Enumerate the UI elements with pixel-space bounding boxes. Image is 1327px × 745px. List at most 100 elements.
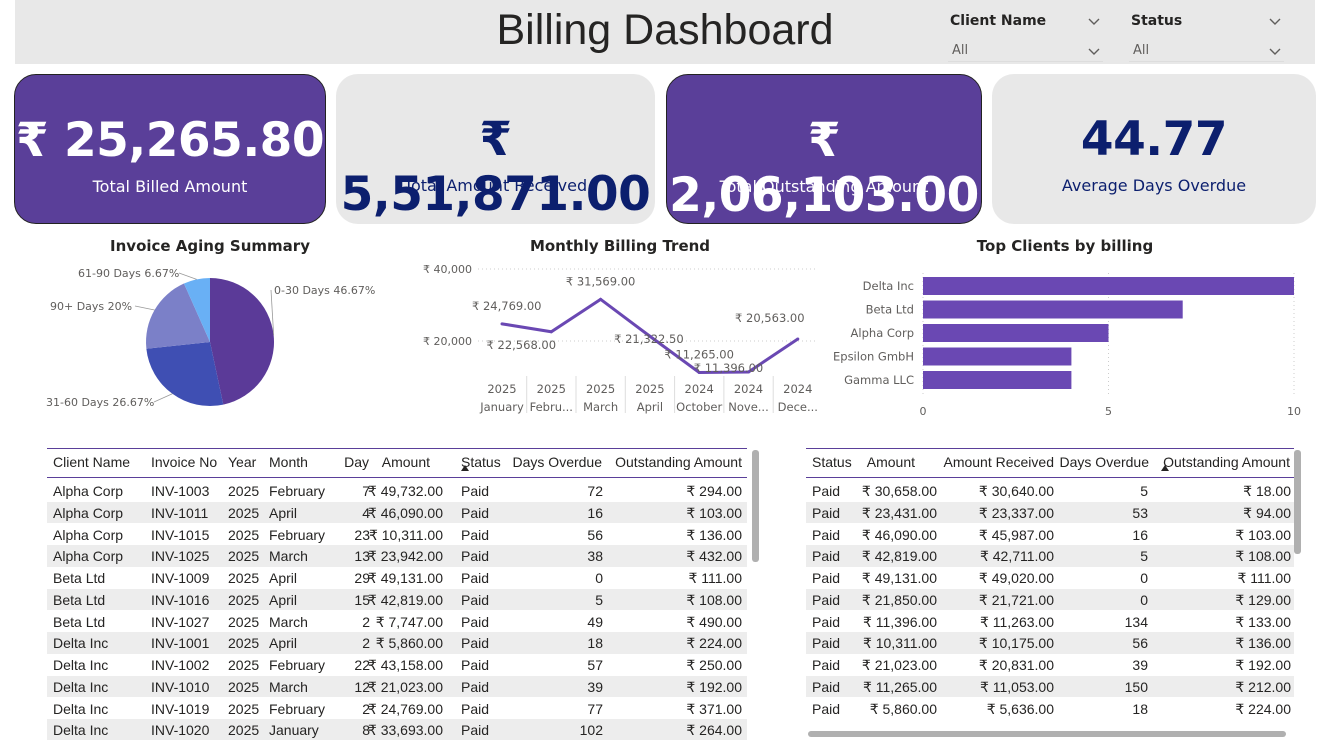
table-row[interactable]: Paid ₹ 10,311.00 ₹ 10,175.00 56 ₹ 136.00: [806, 632, 1294, 654]
table-row[interactable]: Paid ₹ 5,860.00 ₹ 5,636.00 18 ₹ 224.00: [806, 698, 1294, 720]
table-cell: Paid: [461, 635, 490, 652]
table-row[interactable]: Delta Inc INV-1010 2025 March 12 ₹ 21,023.00 P…: [47, 675, 747, 698]
column-header[interactable]: Status: [812, 454, 852, 470]
table-row[interactable]: Paid ₹ 46,090.00 ₹ 45,987.00 16 ₹ 103.00: [806, 524, 1294, 546]
x-tick-label: 10: [1287, 405, 1301, 418]
category-label: Delta Inc: [863, 279, 914, 293]
chevron-down-icon[interactable]: [1087, 44, 1101, 58]
table-row[interactable]: Paid ₹ 23,431.00 ₹ 23,337.00 53 ₹ 94.00: [806, 501, 1294, 524]
slicer-status[interactable]: Status All: [1129, 8, 1284, 62]
table-cell: April: [269, 591, 298, 608]
column-header[interactable]: Invoice No: [151, 454, 217, 470]
x-month-label: Nove...: [728, 400, 769, 414]
pie-leader-line: [178, 272, 197, 280]
column-header[interactable]: Amount: [867, 454, 915, 470]
table-cell: Beta Ltd: [53, 570, 106, 586]
table-row[interactable]: Alpha Corp INV-1015 2025 February 23 ₹ 10,311…: [47, 524, 747, 546]
table-row[interactable]: Paid ₹ 11,396.00 ₹ 11,263.00 134 ₹ 133.00: [806, 611, 1294, 633]
table-row[interactable]: Beta Ltd INV-1027 2025 March 2 ₹ 7,747.00 Paid…: [47, 611, 747, 633]
invoice-table[interactable]: Client Name Invoice No Year Month Day Amount S…: [47, 448, 747, 740]
table-cell: ₹ 11,396.00: [862, 613, 937, 630]
table-row[interactable]: Paid ₹ 49,131.00 ₹ 49,020.00 0 ₹ 111.00: [806, 567, 1294, 589]
category-label: Epsilon GmbH: [833, 350, 914, 364]
table-row[interactable]: Beta Ltd INV-1009 2025 April 29 ₹ 49,131.00 Pa…: [47, 567, 747, 589]
table-cell: ₹ 136.00: [1235, 635, 1291, 652]
table-cell: ₹ 136.00: [686, 526, 742, 543]
client-bar: [923, 277, 1294, 295]
column-header[interactable]: Month: [269, 454, 308, 470]
table-cell: ₹ 294.00: [686, 483, 742, 499]
table-cell: INV-1003: [151, 483, 210, 499]
table-cell: 77: [587, 700, 603, 717]
invoice-table-scrollbar[interactable]: [752, 450, 759, 562]
chevron-down-icon[interactable]: [1268, 44, 1282, 58]
table-cell: 16: [1132, 526, 1148, 543]
column-header[interactable]: Days Overdue: [1060, 454, 1149, 470]
table-row[interactable]: Paid ₹ 11,265.00 ₹ 11,053.00 150 ₹ 212.00: [806, 675, 1294, 698]
table-cell: 2025: [228, 635, 260, 652]
table-cell: ₹ 108.00: [1235, 548, 1291, 565]
slicer-status-label: Status: [1131, 13, 1183, 29]
status-table-hscrollbar[interactable]: [808, 731, 1286, 737]
x-year-label: 2025: [586, 382, 615, 396]
chevron-down-icon[interactable]: [1268, 14, 1282, 28]
table-row[interactable]: Delta Inc INV-1001 2025 April 2 ₹ 5,860.00 Pai…: [47, 632, 747, 654]
table-cell: ₹ 111.00: [688, 570, 742, 586]
table-cell: ₹ 49,020.00: [978, 570, 1054, 586]
table-cell: 18: [1132, 700, 1148, 717]
table-row[interactable]: Delta Inc INV-1019 2025 February 2 ₹ 24,769.0…: [47, 698, 747, 720]
column-header[interactable]: Days Overdue: [513, 454, 602, 470]
column-header[interactable]: Outstanding Amount: [1163, 454, 1290, 470]
table-cell: ₹ 46,090.00: [861, 526, 937, 543]
table-cell: ₹ 103.00: [686, 504, 742, 521]
x-tick-label: 0: [920, 405, 927, 418]
billing-trend-line-chart[interactable]: ₹ 40,000 ₹ 20,000 ₹ 24,769.00 ₹ 22,568.00 ₹ …: [410, 258, 825, 423]
category-label: Gamma LLC: [844, 373, 914, 387]
table-cell: ₹ 46,090.00: [367, 504, 443, 521]
table-cell: 2025: [228, 722, 260, 739]
status-table[interactable]: Status Amount Amount Received Days Overdue O…: [806, 448, 1294, 732]
kpi-caption: Total Billed Amount: [92, 177, 248, 196]
chevron-down-icon[interactable]: [1087, 14, 1101, 28]
table-cell: Delta Inc: [53, 678, 109, 695]
table-row[interactable]: Paid ₹ 42,819.00 ₹ 42,711.00 5 ₹ 108.00: [806, 545, 1294, 567]
table-cell: 16: [587, 504, 603, 521]
status-table-scrollbar[interactable]: [1294, 450, 1301, 554]
top-clients-bar-chart[interactable]: 0 5 10 Delta Inc Beta Ltd Alpha Corp Epsilon G…: [830, 268, 1310, 423]
sort-ascending-icon[interactable]: [461, 465, 469, 471]
table-cell: 56: [587, 526, 603, 543]
x-year-label: 2024: [783, 382, 812, 396]
column-header[interactable]: Outstanding Amount: [615, 454, 742, 470]
table-cell: ₹ 11,053.00: [979, 678, 1054, 695]
column-header[interactable]: Year: [228, 454, 256, 470]
table-row[interactable]: Delta Inc INV-1002 2025 February 22 ₹ 43,158.…: [47, 654, 747, 676]
table-cell: ₹ 10,311.00: [368, 526, 443, 543]
status-dropdown[interactable]: All: [1129, 40, 1284, 62]
table-cell: 72: [587, 483, 603, 499]
table-cell: INV-1010: [151, 678, 210, 695]
column-header[interactable]: Amount Received: [943, 454, 1054, 470]
aging-pie-chart[interactable]: 0-30 Days 46.67% 31-60 Days 26.67% 90+ Day…: [20, 258, 400, 423]
column-header[interactable]: Amount: [382, 454, 430, 470]
column-header[interactable]: Client Name: [53, 454, 130, 470]
sort-ascending-icon[interactable]: [1161, 465, 1169, 471]
table-row[interactable]: Beta Ltd INV-1016 2025 April 15 ₹ 42,819.00 Pa…: [47, 588, 747, 611]
table-row[interactable]: Alpha Corp INV-1011 2025 April 4 ₹ 46,090.00 P…: [47, 501, 747, 524]
table-cell: March: [269, 678, 308, 695]
table-row[interactable]: Delta Inc INV-1020 2025 January 8 ₹ 33,693.00…: [47, 719, 747, 740]
table-row[interactable]: Alpha Corp INV-1025 2025 March 13 ₹ 23,942.00…: [47, 545, 747, 567]
table-cell: ₹ 20,831.00: [978, 657, 1054, 673]
column-header[interactable]: Day: [344, 454, 369, 470]
table-row[interactable]: Paid ₹ 21,850.00 ₹ 21,721.00 0 ₹ 129.00: [806, 588, 1294, 611]
table-cell: ₹ 94.00: [1243, 504, 1291, 521]
table-row[interactable]: Alpha Corp INV-1003 2025 February 7 ₹ 49,732.…: [47, 480, 747, 502]
slicer-client-name[interactable]: Client Name All: [948, 8, 1103, 62]
table-cell: Paid: [461, 678, 490, 695]
table-cell: Paid: [461, 700, 490, 717]
table-cell: Paid: [812, 678, 841, 695]
table-row[interactable]: Paid ₹ 21,023.00 ₹ 20,831.00 39 ₹ 192.00: [806, 654, 1294, 676]
table-cell: ₹ 42,819.00: [367, 591, 443, 608]
client-name-dropdown[interactable]: All: [948, 40, 1103, 62]
table-row[interactable]: Paid ₹ 30,658.00 ₹ 30,640.00 5 ₹ 18.00: [806, 480, 1294, 502]
table-cell: ₹ 24,769.00: [367, 700, 443, 717]
